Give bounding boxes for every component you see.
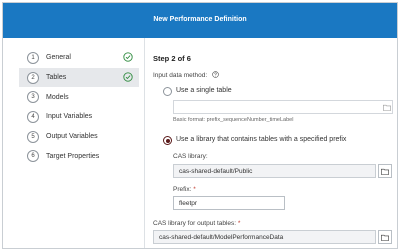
single-table-field[interactable] (173, 100, 393, 114)
step-number: 2 (27, 71, 39, 84)
step-number: 5 (27, 130, 39, 143)
cas-library-browse-button[interactable] (378, 164, 392, 178)
step-label: Input Variables (46, 113, 93, 121)
prefix-label: Prefix: * (173, 186, 196, 193)
step-navigation: 1 General 2 Tables 3 Models 4 Input Vari… (19, 48, 139, 166)
check-circle-icon (123, 72, 133, 82)
step-title: Step 2 of 6 (153, 54, 191, 63)
step-label: Tables (46, 74, 67, 82)
dialog-header: New Performance Definition (3, 3, 397, 38)
single-table-hint: Basic format: prefix_sequenceNumber_time… (173, 117, 294, 123)
prefix-input[interactable]: fleetpr (173, 196, 285, 210)
folder-icon[interactable] (383, 104, 391, 111)
sidebar-step-models[interactable]: 3 Models (19, 87, 139, 107)
folder-icon (381, 168, 389, 175)
sidebar-step-input-variables[interactable]: 4 Input Variables (19, 107, 139, 127)
step-label: General (46, 54, 71, 62)
sidebar-step-general[interactable]: 1 General (19, 48, 139, 68)
step-number: 3 (27, 91, 39, 104)
single-table-radio[interactable] (163, 87, 172, 96)
output-library-field[interactable]: cas-shared-default/ModelPerformanceData (153, 230, 376, 244)
output-library-label-text: CAS library for output tables: (153, 220, 237, 227)
step-label: Target Properties (46, 152, 100, 160)
input-method-label: Input data method: (153, 71, 219, 79)
dialog-window: New Performance Definition 1 General 2 T… (2, 2, 398, 249)
library-prefix-radio[interactable] (163, 136, 172, 145)
library-prefix-label: Use a library that contains tables with … (176, 136, 347, 143)
panel-divider (144, 38, 145, 248)
output-library-browse-button[interactable] (378, 230, 392, 244)
single-table-label: Use a single table (176, 87, 232, 94)
output-library-label: CAS library for output tables: * (153, 220, 240, 227)
dialog-title: New Performance Definition (153, 16, 247, 23)
cas-library-field[interactable]: cas-shared-default/Public (173, 164, 376, 178)
folder-icon (381, 234, 389, 241)
step-number: 6 (27, 150, 39, 163)
step-label: Models (46, 93, 69, 101)
sidebar-step-tables[interactable]: 2 Tables (19, 67, 139, 88)
required-marker: * (193, 186, 196, 193)
required-marker: * (237, 220, 241, 227)
check-circle-icon (123, 52, 133, 62)
prefix-label-text: Prefix: (173, 186, 192, 193)
sidebar-step-target-properties[interactable]: 6 Target Properties (19, 146, 139, 166)
input-method-label-text: Input data method: (153, 72, 208, 79)
step-number: 1 (27, 51, 39, 64)
step-label: Output Variables (46, 133, 98, 141)
sidebar-step-output-variables[interactable]: 5 Output Variables (19, 127, 139, 147)
cas-library-label: CAS library: (173, 153, 208, 160)
step-number: 4 (27, 110, 39, 123)
help-circle-icon[interactable] (212, 71, 219, 78)
